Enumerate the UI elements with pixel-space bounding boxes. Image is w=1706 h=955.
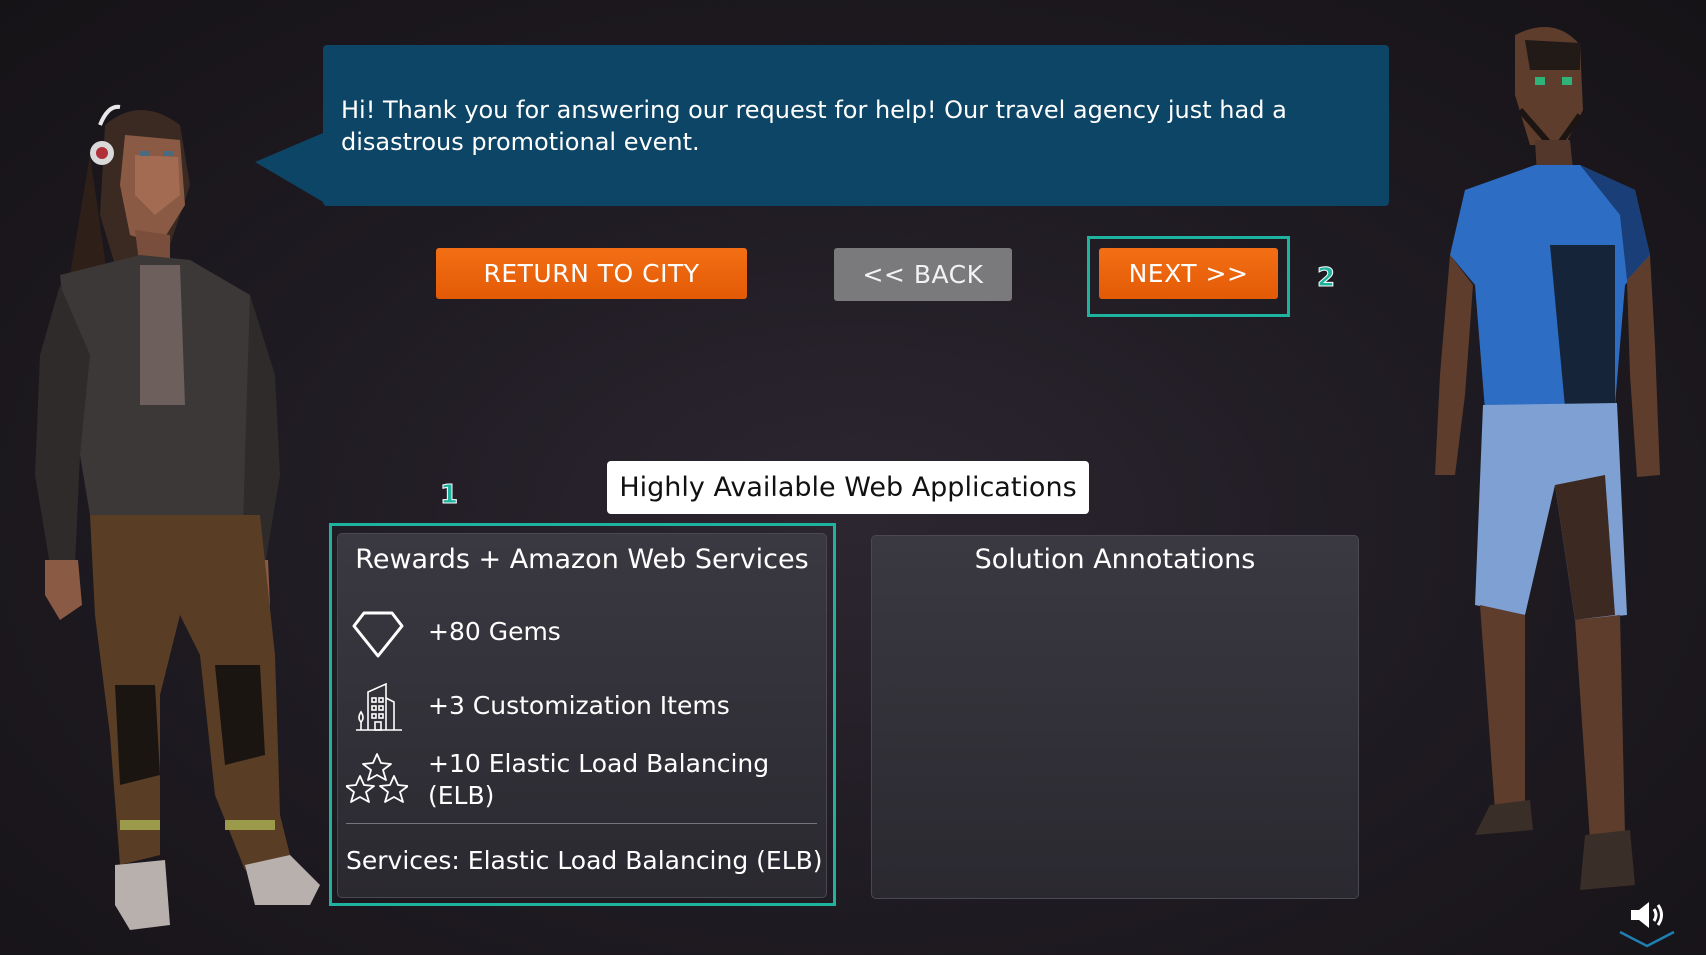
step-marker-2: 2: [1316, 263, 1336, 294]
female-character-figure: [35, 104, 320, 930]
male-character-figure: [1435, 27, 1660, 890]
solution-annotations-title: Solution Annotations: [974, 544, 1256, 575]
quest-title: Highly Available Web Applications: [607, 461, 1089, 514]
city-building-icon: [356, 682, 402, 731]
gem-icon: [352, 611, 404, 658]
stars-icon: [346, 753, 408, 803]
return-to-city-button[interactable]: RETURN TO CITY: [436, 248, 747, 299]
solution-annotations-panel: [871, 535, 1359, 899]
next-button[interactable]: NEXT >>: [1099, 248, 1278, 299]
reward-gems: +80 Gems: [428, 617, 561, 646]
services-label: Services: Elastic Load Balancing (ELB): [346, 846, 823, 875]
rewards-divider: [346, 823, 817, 824]
step-marker-1: 1: [439, 480, 459, 511]
dialog-message: Hi! Thank you for answering our request …: [341, 96, 1287, 156]
speaker-icon[interactable]: [1627, 898, 1667, 932]
chevron-down-icon[interactable]: [1618, 929, 1676, 949]
speech-bubble-tail: [255, 130, 330, 206]
rewards-title: Rewards + Amazon Web Services: [355, 544, 809, 575]
reward-customization-items: +3 Customization Items: [428, 691, 730, 720]
reward-elb: +10 Elastic Load Balancing (ELB): [428, 749, 770, 810]
back-button[interactable]: << BACK: [834, 248, 1012, 301]
